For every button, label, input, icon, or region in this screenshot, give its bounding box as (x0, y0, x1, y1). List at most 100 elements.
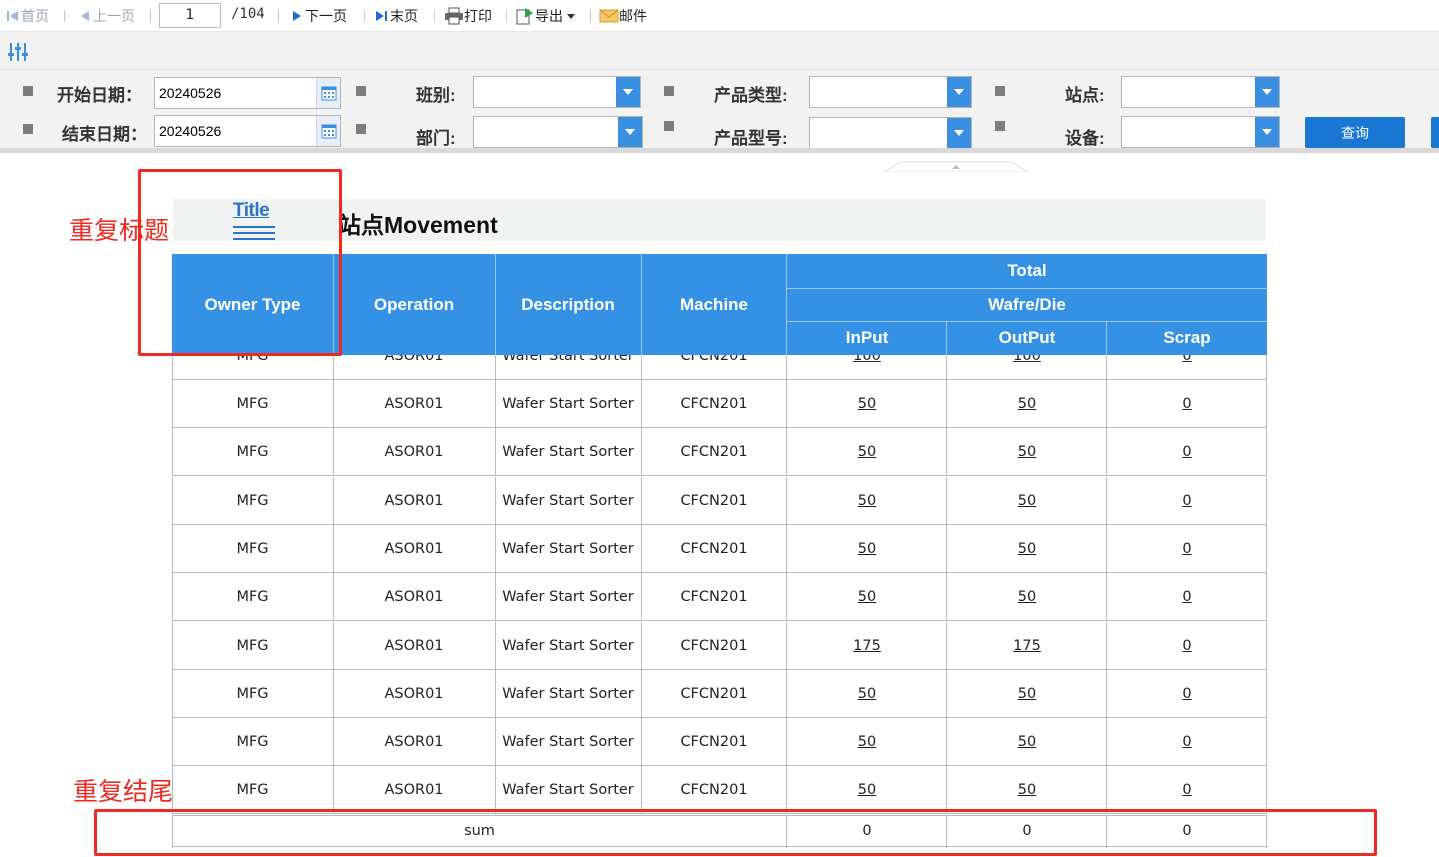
drill-down-link[interactable]: 50 (1018, 734, 1036, 750)
table-cell[interactable]: 50 (787, 428, 947, 475)
table-cell[interactable]: 50 (787, 670, 947, 717)
drill-down-link[interactable]: 0 (1182, 541, 1191, 557)
chevron-down-icon[interactable] (947, 118, 971, 148)
table-cell[interactable]: 50 (787, 766, 947, 813)
column-divider (333, 477, 334, 525)
drill-down-link[interactable]: 0 (1182, 782, 1191, 798)
print-label: 打印 (464, 9, 492, 25)
drill-down-link[interactable]: 0 (1182, 734, 1191, 750)
table-cell[interactable]: 175 (787, 622, 947, 669)
settings-sliders-icon[interactable] (7, 41, 29, 63)
product-type-select[interactable] (809, 76, 972, 108)
table-cell[interactable]: 0 (1107, 766, 1267, 813)
table-cell[interactable]: 50 (787, 718, 947, 765)
calendar-icon[interactable] (316, 78, 340, 108)
mail-button[interactable]: 邮件 (599, 6, 647, 26)
drill-down-link[interactable]: 0 (1182, 686, 1191, 702)
start-date-input[interactable]: 20240526 (154, 77, 341, 109)
col-description[interactable]: Description (495, 254, 641, 355)
drill-down-link[interactable]: 0 (1182, 444, 1191, 460)
drill-down-link[interactable]: 50 (858, 396, 876, 412)
drill-down-link[interactable]: 0 (1182, 638, 1191, 654)
end-date-input[interactable]: 20240526 (154, 115, 341, 147)
mail-label: 邮件 (619, 9, 647, 25)
column-divider (786, 525, 787, 573)
drill-down-link[interactable]: 50 (1018, 686, 1036, 702)
table-cell[interactable]: 0 (1107, 670, 1267, 717)
drill-down-link[interactable]: 50 (1018, 444, 1036, 460)
table-cell[interactable]: 50 (787, 477, 947, 524)
table-cell[interactable]: 0 (1107, 428, 1267, 475)
column-divider (495, 573, 496, 621)
table-cell[interactable]: 0 (1107, 477, 1267, 524)
table-cell[interactable]: 50 (787, 573, 947, 620)
query-button[interactable]: 查询 (1305, 117, 1405, 148)
first-page-button[interactable]: 首页 (5, 6, 49, 26)
export-button[interactable]: 导出 (515, 6, 576, 26)
prev-page-button[interactable]: 上一页 (77, 6, 135, 26)
drill-down-link[interactable]: 175 (853, 638, 881, 654)
drill-down-link[interactable]: 50 (1018, 541, 1036, 557)
table-cell: CFCN201 (641, 573, 787, 620)
drill-down-link[interactable]: 50 (1018, 493, 1036, 509)
table-cell[interactable]: 50 (947, 428, 1107, 475)
col-operation[interactable]: Operation (333, 254, 495, 355)
table-cell[interactable]: 0 (1107, 622, 1267, 669)
equipment-select[interactable] (1121, 116, 1280, 148)
table-cell[interactable]: 50 (947, 380, 1107, 427)
chevron-down-icon[interactable] (1255, 117, 1279, 147)
drill-down-link[interactable]: 0 (1182, 589, 1191, 605)
print-button[interactable]: 打印 (444, 6, 492, 26)
table-cell[interactable]: 50 (787, 380, 947, 427)
table-cell[interactable]: 0 (1107, 525, 1267, 572)
first-page-icon (7, 11, 18, 21)
table-cell[interactable]: 50 (787, 525, 947, 572)
drill-down-link[interactable]: 50 (858, 686, 876, 702)
col-output[interactable]: OutPut (947, 321, 1107, 355)
column-divider (946, 428, 947, 476)
table-cell[interactable]: 175 (947, 622, 1107, 669)
col-input[interactable]: InPut (787, 321, 947, 355)
col-scrap[interactable]: Scrap (1107, 321, 1267, 355)
calendar-icon[interactable] (316, 116, 340, 146)
table-cell[interactable]: 50 (947, 718, 1107, 765)
table-cell[interactable]: 50 (947, 525, 1107, 572)
drill-down-link[interactable]: 50 (858, 782, 876, 798)
drill-down-link[interactable]: 50 (858, 589, 876, 605)
drill-down-link[interactable]: 50 (858, 493, 876, 509)
extra-button[interactable] (1431, 117, 1439, 148)
drill-down-link[interactable]: 50 (858, 541, 876, 557)
drill-down-link[interactable]: 50 (1018, 589, 1036, 605)
table-cell[interactable]: 0 (1107, 718, 1267, 765)
drill-down-link[interactable]: 50 (858, 444, 876, 460)
chevron-down-icon[interactable] (947, 77, 971, 107)
column-divider (495, 477, 496, 525)
drill-down-link[interactable]: 175 (1013, 638, 1041, 654)
table-cell[interactable]: 50 (947, 670, 1107, 717)
table-cell[interactable]: 0 (1107, 380, 1267, 427)
chevron-down-icon[interactable] (1255, 77, 1279, 107)
table-cell[interactable]: 50 (947, 766, 1107, 813)
cell-text: CFCN201 (680, 540, 748, 557)
column-divider (1106, 766, 1107, 814)
table-cell[interactable]: 50 (947, 573, 1107, 620)
drill-down-link[interactable]: 0 (1182, 396, 1191, 412)
column-divider (946, 670, 947, 718)
chevron-down-icon[interactable] (616, 77, 640, 107)
last-page-button[interactable]: 末页 (374, 6, 418, 26)
shift-select[interactable] (473, 76, 641, 108)
table-cell[interactable]: 50 (947, 477, 1107, 524)
station-select[interactable] (1121, 76, 1280, 108)
drill-down-link[interactable]: 0 (1182, 493, 1191, 509)
page-number-input[interactable]: 1 (159, 3, 221, 28)
col-machine[interactable]: Machine (641, 254, 787, 355)
drill-down-link[interactable]: 50 (1018, 782, 1036, 798)
chevron-down-icon[interactable] (618, 117, 642, 147)
collapse-panel-handle[interactable] (884, 160, 1028, 172)
department-select[interactable] (473, 116, 643, 148)
table-cell[interactable]: 0 (1107, 573, 1267, 620)
product-model-select[interactable] (809, 117, 972, 149)
next-page-button[interactable]: 下一页 (289, 6, 347, 26)
drill-down-link[interactable]: 50 (1018, 396, 1036, 412)
drill-down-link[interactable]: 50 (858, 734, 876, 750)
